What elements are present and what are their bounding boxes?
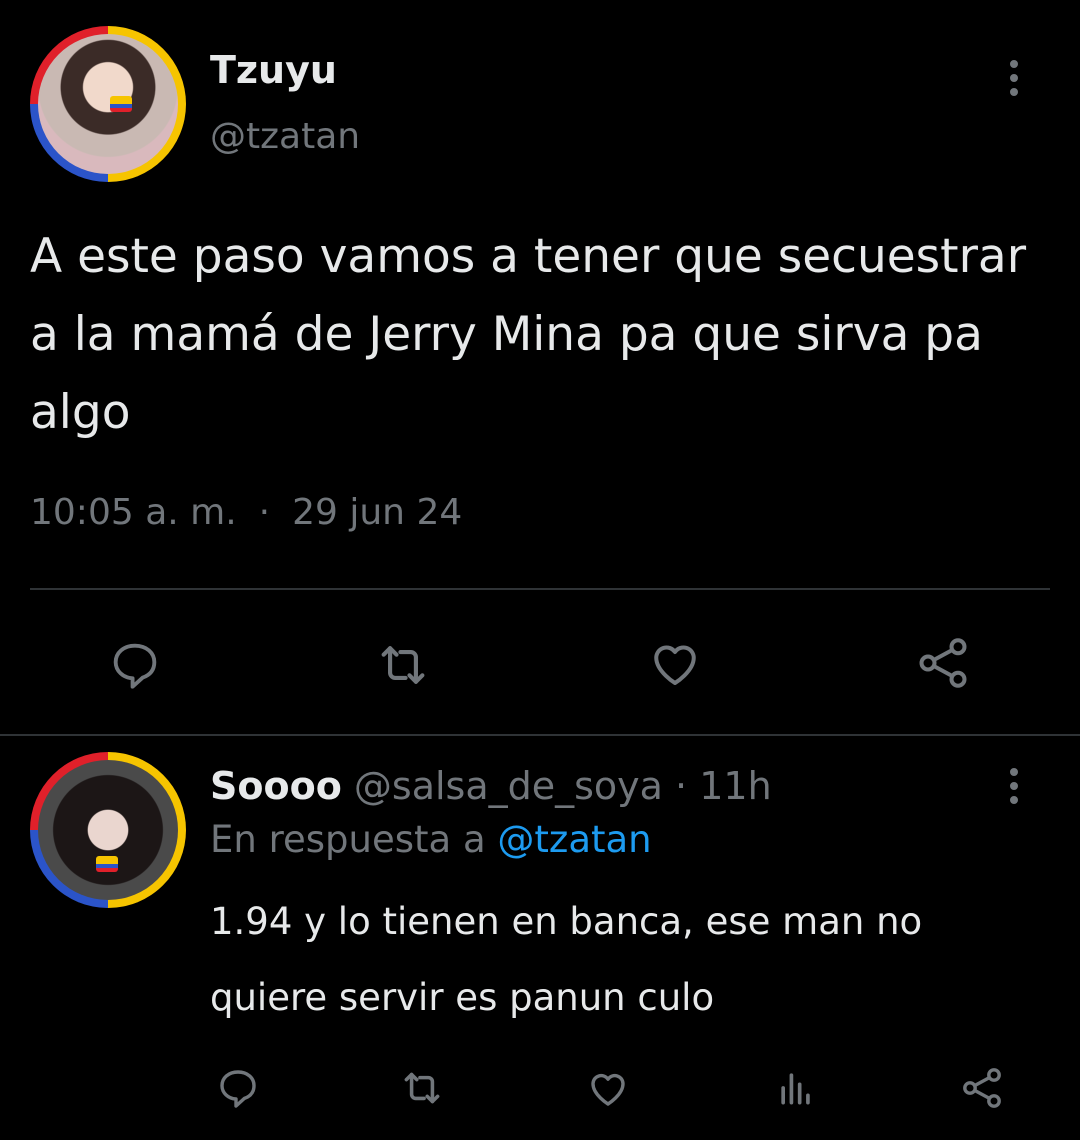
views-icon — [781, 1073, 810, 1105]
like-button[interactable] — [640, 628, 710, 698]
tweet-time: 10:05 a. m. — [30, 492, 237, 533]
share-button[interactable] — [908, 628, 978, 698]
avatar-image — [38, 34, 178, 174]
tweet-text: A este paso vamos a tener que secuestrar… — [30, 218, 1026, 452]
handle[interactable]: @tzatan — [210, 116, 360, 157]
avatar-soooo[interactable] — [30, 752, 186, 908]
tweet-text-line: a la mamá de Jerry Mina pa que sirva pa — [30, 307, 983, 362]
like-icon — [591, 1073, 625, 1106]
more-options-icon[interactable] — [1010, 768, 1018, 804]
reply-context: En respuesta a @tzatan — [210, 818, 652, 861]
reply-text: 1.94 y lo tienen en banca, ese man no qu… — [210, 884, 922, 1036]
avatar-tzuyu[interactable] — [30, 26, 186, 182]
timestamp[interactable]: 10:05 a. m. · 29 jun 24 — [30, 492, 462, 533]
share-icon — [919, 638, 967, 688]
views-button[interactable] — [768, 1060, 824, 1116]
like-icon — [654, 645, 696, 685]
reply-handle[interactable]: @salsa_de_soya — [354, 764, 663, 808]
separator-dot: · — [258, 492, 271, 533]
display-name[interactable]: Tzuyu — [210, 48, 337, 92]
reply-button[interactable] — [100, 630, 170, 700]
reply-age[interactable]: 11h — [699, 764, 771, 808]
reply-icon — [113, 643, 157, 689]
retweet-icon — [381, 646, 425, 684]
reply-text-line: 1.94 y lo tienen en banca, ese man no — [210, 900, 923, 943]
divider — [0, 734, 1080, 736]
tweet-text-line: algo — [30, 385, 131, 440]
more-options-icon[interactable] — [1010, 60, 1018, 96]
divider — [30, 588, 1050, 590]
share-icon — [963, 1068, 1001, 1108]
reply-prefix: En respuesta a — [210, 818, 486, 861]
retweet-button[interactable] — [368, 630, 438, 700]
colombia-flag-icon — [96, 856, 118, 872]
reply-header: Soooo @salsa_de_soya · 11h — [210, 764, 772, 808]
avatar-image — [38, 760, 178, 900]
retweet-button[interactable] — [394, 1060, 450, 1116]
reply-button[interactable] — [210, 1060, 266, 1116]
reply-to-link[interactable]: @tzatan — [497, 818, 651, 861]
reply-icon — [220, 1070, 256, 1108]
tweet-date: 29 jun 24 — [292, 492, 463, 533]
retweet-icon — [404, 1072, 440, 1104]
separator-dot: · — [675, 764, 688, 808]
reply-display-name[interactable]: Soooo — [210, 764, 342, 808]
share-button[interactable] — [954, 1060, 1010, 1116]
tweet-text-line: A este paso vamos a tener que secuestrar — [30, 229, 1027, 284]
reply-text-line: quiere servir es panun culo — [210, 976, 715, 1019]
colombia-flag-icon — [110, 96, 132, 112]
like-button[interactable] — [580, 1060, 636, 1116]
